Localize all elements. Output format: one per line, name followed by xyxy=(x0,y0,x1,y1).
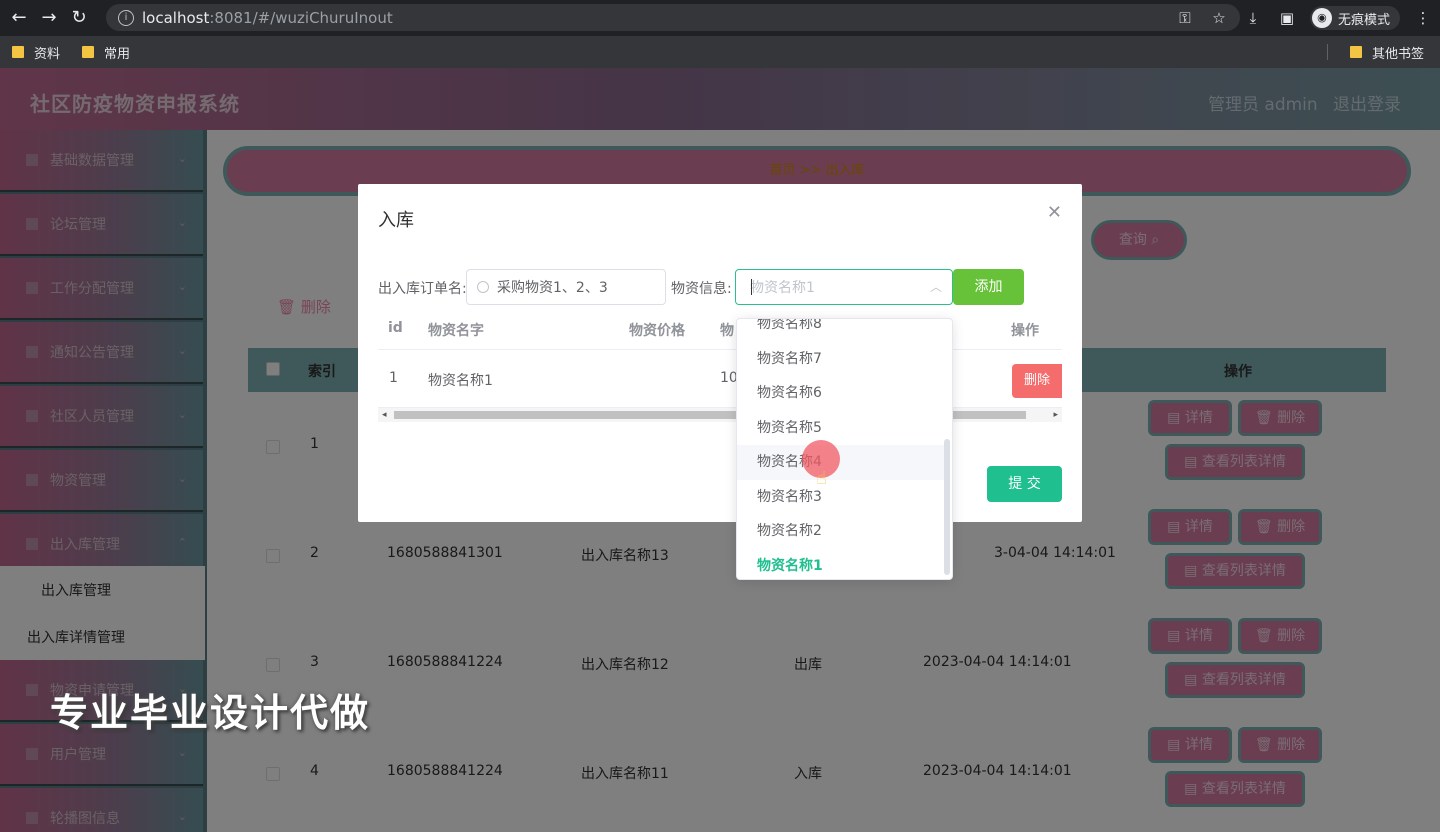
inner-delete-button[interactable]: 删除 xyxy=(1012,364,1062,398)
option-item[interactable]: 物资名称2 xyxy=(737,514,945,549)
inbound-dialog: 入库 ✕ 出入库订单名: 采购物资1、2、3 物资信息: 物资名称1 ︿ 添加 … xyxy=(358,184,1082,522)
col-id: id xyxy=(388,320,403,336)
order-value: 采购物资1、2、3 xyxy=(497,280,608,296)
col-op: 操作 xyxy=(1011,323,1039,339)
address-bar[interactable]: i localhost :8081/#/wuziChuruInout xyxy=(106,4,1240,31)
scroll-right-icon[interactable]: ▸ xyxy=(1053,408,1058,422)
chevron-up-icon: ︿ xyxy=(929,280,942,294)
star-icon[interactable]: ☆ xyxy=(1208,9,1230,27)
folder-icon xyxy=(12,46,24,58)
other-bookmarks[interactable]: 其他书签 xyxy=(1349,43,1424,62)
col-price: 物资价格 xyxy=(629,323,685,339)
option-item[interactable]: 物资名称6 xyxy=(737,376,945,411)
reload-icon[interactable]: ↻ xyxy=(68,7,90,29)
hand-cursor-icon: ☝ xyxy=(816,468,827,489)
supply-dropdown: 物资名称8 物资名称7 物资名称6 物资名称5 物资名称4 物资名称3 物资名称… xyxy=(736,318,953,580)
submit-button[interactable]: 提 交 xyxy=(987,466,1062,502)
option-item-hovered[interactable]: 物资名称4 xyxy=(737,445,945,480)
forward-icon[interactable]: → xyxy=(38,7,60,29)
watermark: 专业毕业设计代做 xyxy=(50,691,371,735)
dialog-title: 入库 xyxy=(378,210,414,231)
menu-icon[interactable]: ⋮ xyxy=(1412,9,1434,27)
add-button[interactable]: 添加 xyxy=(953,269,1024,305)
incognito-label: 无痕模式 xyxy=(1337,12,1390,28)
info-label: 物资信息: xyxy=(671,281,732,297)
dropdown-scrollbar[interactable] xyxy=(944,439,950,575)
order-label: 出入库订单名: xyxy=(378,281,467,297)
option-item-selected[interactable]: 物资名称1 xyxy=(737,549,945,580)
url-host: localhost xyxy=(142,8,210,27)
inner-table-header: id 物资名字 物资价格 物 操作 xyxy=(378,312,1062,350)
cell-id: 1 xyxy=(389,370,398,386)
bookmarks-bar: 资料 常用 其他书签 xyxy=(0,36,1440,68)
sidepanel-icon[interactable]: ▣ xyxy=(1276,9,1298,27)
order-input[interactable]: 采购物资1、2、3 xyxy=(466,269,666,305)
text-caret xyxy=(751,279,752,295)
option-item[interactable]: 物资名称8 xyxy=(737,319,945,342)
url-path: :8081/#/wuziChuruInout xyxy=(209,8,393,27)
option-item[interactable]: 物资名称5 xyxy=(737,411,945,446)
back-icon[interactable]: ← xyxy=(8,7,30,29)
horizontal-scrollbar[interactable]: ◂ ▸ xyxy=(378,408,1062,422)
col-partial: 物 xyxy=(720,323,734,339)
option-item[interactable]: 物资名称7 xyxy=(737,342,945,377)
folder-icon xyxy=(82,46,95,58)
bookmark-folder[interactable]: 常用 xyxy=(82,43,130,62)
cell-name: 物资名称1 xyxy=(428,373,493,389)
download-icon[interactable]: ⤓ xyxy=(1242,9,1264,27)
incognito-icon: ◉ xyxy=(1311,8,1332,28)
info-icon[interactable]: i xyxy=(118,9,134,26)
supply-select[interactable]: 物资名称1 ︿ xyxy=(735,269,953,305)
incognito-badge[interactable]: ◉ 无痕模式 xyxy=(1309,6,1400,30)
scroll-left-icon[interactable]: ◂ xyxy=(382,408,387,422)
option-item[interactable]: 物资名称3 xyxy=(737,480,945,515)
key-icon[interactable]: ⚿ xyxy=(1174,9,1196,27)
inner-table-row: 1 物资名称1 10 删除 xyxy=(378,350,1062,408)
select-placeholder: 物资名称1 xyxy=(750,280,815,296)
search-icon xyxy=(477,281,489,293)
close-icon[interactable]: ✕ xyxy=(1047,202,1062,223)
col-name: 物资名字 xyxy=(428,323,484,339)
divider xyxy=(1326,44,1328,60)
bookmark-folder[interactable]: 资料 xyxy=(12,43,60,62)
browser-toolbar: ← → ↻ i localhost :8081/#/wuziChuruInout… xyxy=(0,0,1440,36)
folder-icon xyxy=(1349,46,1362,58)
